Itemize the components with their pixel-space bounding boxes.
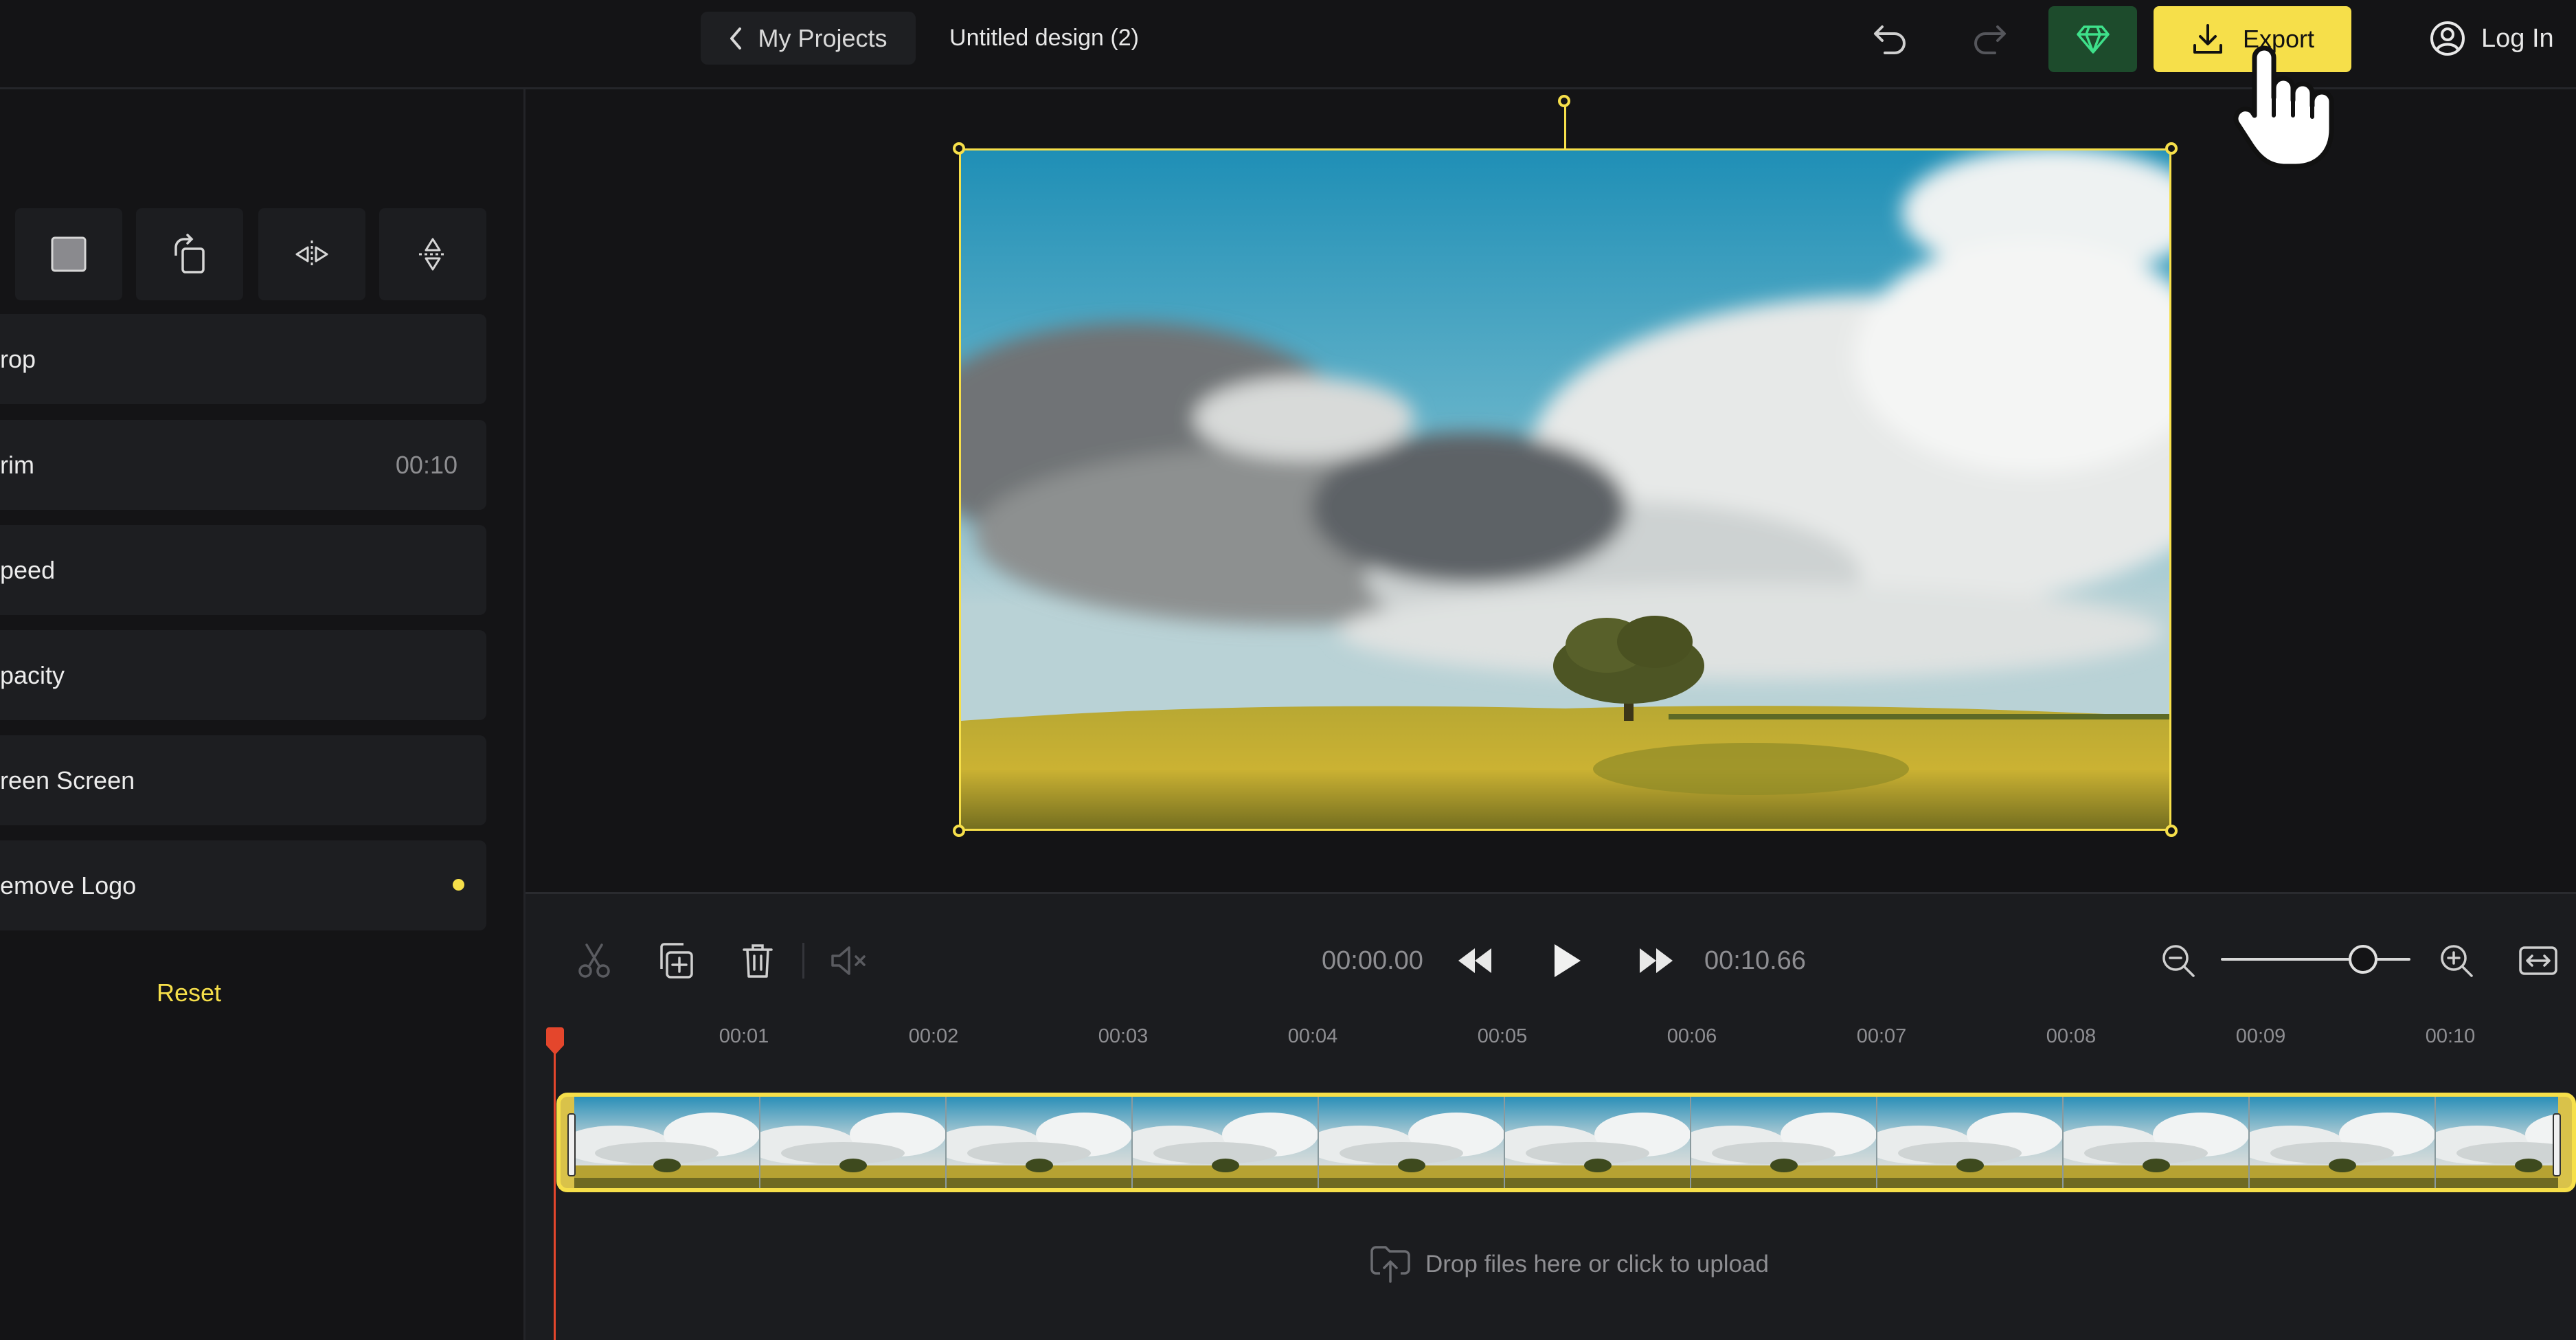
top-bar: My Projects Untitled design (2) Export L… — [0, 0, 2576, 89]
trash-icon — [743, 944, 773, 978]
zoom-slider-knob[interactable] — [2349, 945, 2377, 974]
diamond-icon — [2076, 25, 2110, 54]
playhead-line — [554, 1045, 556, 1340]
chevron-left-icon — [730, 27, 742, 49]
redo-button[interactable] — [1956, 12, 2022, 65]
video-editor: My Projects Untitled design (2) Export L… — [0, 0, 2576, 1340]
login-button[interactable]: Log In — [2429, 12, 2576, 65]
resize-handle-top-left[interactable] — [953, 142, 965, 155]
reset-button[interactable]: Reset — [137, 972, 240, 1014]
ruler-tick: 00:02 — [908, 1025, 959, 1047]
resize-handle-top-right[interactable] — [2165, 142, 2178, 155]
green-screen-row[interactable]: reen Screen — [0, 735, 486, 825]
ruler-tick: 00:06 — [1667, 1025, 1717, 1047]
zoom-out-icon — [2162, 945, 2195, 977]
clip-thumbnails — [574, 1097, 2558, 1188]
ruler-tick: 00:05 — [1477, 1025, 1528, 1047]
green-screen-label: reen Screen — [0, 766, 135, 794]
fit-timeline-button[interactable] — [2514, 937, 2562, 985]
undo-button[interactable] — [1857, 12, 1923, 65]
flip-vertical-icon — [419, 238, 447, 271]
download-icon — [2193, 24, 2222, 54]
video-frame[interactable] — [959, 148, 2171, 831]
zoom-slider-track[interactable] — [2221, 958, 2410, 961]
square-icon — [51, 236, 87, 272]
playhead-handle[interactable] — [545, 1027, 565, 1056]
export-label: Export — [2242, 25, 2315, 53]
rotate-button[interactable] — [136, 208, 243, 300]
redo-icon — [1974, 25, 2006, 54]
resize-handle-bottom-left[interactable] — [953, 825, 965, 837]
trim-value: 00:10 — [395, 451, 457, 479]
fit-width-icon — [2519, 946, 2557, 975]
rewind-icon — [1458, 948, 1491, 973]
flip-vertical-button[interactable] — [379, 208, 486, 300]
crop-row[interactable]: rop — [0, 314, 486, 404]
upload-cloud-icon — [1370, 1246, 1410, 1283]
trim-handle-start[interactable] — [567, 1113, 576, 1176]
flip-horizontal-icon — [295, 241, 328, 268]
zoom-in-icon — [2441, 945, 2473, 977]
toolbar-divider — [802, 943, 804, 979]
clip-thumbnail-strip — [574, 1097, 2558, 1188]
premium-dot — [453, 879, 464, 891]
remove-logo-row[interactable]: emove Logo — [0, 840, 486, 930]
export-button[interactable]: Export — [2154, 6, 2351, 72]
trim-row[interactable]: rim 00:10 — [0, 420, 486, 510]
upload-text: Drop files here or click to upload — [1425, 1251, 1769, 1277]
ruler-tick: 00:03 — [1098, 1025, 1149, 1047]
premium-button[interactable] — [2048, 6, 2137, 72]
current-time: 00:00.00 — [1322, 946, 1423, 975]
delete-button[interactable] — [734, 937, 782, 985]
video-clip-track[interactable] — [556, 1093, 2576, 1192]
my-projects-link[interactable]: My Projects — [701, 12, 916, 65]
trim-handle-end[interactable] — [2553, 1113, 2561, 1176]
volume-mute-icon — [831, 946, 866, 975]
ruler-tick: 00:10 — [2425, 1025, 2476, 1047]
ruler-tick: 00:08 — [2046, 1025, 2097, 1047]
design-title[interactable]: Untitled design (2) — [934, 12, 1154, 65]
zoom-in-button[interactable] — [2432, 937, 2481, 985]
flip-horizontal-button[interactable] — [258, 208, 365, 300]
mute-button[interactable] — [826, 937, 874, 985]
zoom-out-button[interactable] — [2154, 937, 2202, 985]
resize-handle-bottom-right[interactable] — [2165, 825, 2178, 837]
speed-label: peed — [0, 556, 56, 584]
undo-icon — [1874, 25, 1906, 54]
upload-dropzone[interactable]: Drop files here or click to upload — [1370, 1244, 1796, 1285]
speed-row[interactable]: peed — [0, 525, 486, 615]
user-icon — [2430, 21, 2465, 56]
crop-label: rop — [0, 345, 36, 373]
total-duration: 00:10.66 — [1704, 946, 1806, 975]
ruler-tick: 00:07 — [1856, 1025, 1907, 1047]
login-label: Log In — [2481, 23, 2554, 53]
rotate-handle-line — [1564, 107, 1566, 149]
scissors-icon — [578, 943, 610, 978]
video-preview-image — [961, 150, 2169, 829]
ruler-tick: 00:01 — [719, 1025, 769, 1047]
my-projects-label: My Projects — [758, 23, 888, 52]
frame-tool-button[interactable] — [15, 208, 122, 300]
properties-panel: rop rim 00:10 peed pacity reen Screen em… — [0, 89, 526, 1340]
play-icon — [1555, 944, 1581, 977]
fast-forward-icon — [1640, 948, 1673, 973]
rotate-icon — [174, 234, 205, 273]
split-button[interactable] — [570, 937, 618, 985]
play-button[interactable] — [1543, 937, 1591, 985]
trim-label: rim — [0, 451, 34, 479]
opacity-row[interactable]: pacity — [0, 630, 486, 720]
fast-forward-button[interactable] — [1632, 937, 1680, 985]
ruler-tick: 00:09 — [2235, 1025, 2286, 1047]
duplicate-icon — [660, 943, 693, 979]
rewind-button[interactable] — [1451, 937, 1499, 985]
opacity-label: pacity — [0, 661, 65, 689]
ruler-tick: 00:04 — [1287, 1025, 1338, 1047]
rotate-handle[interactable] — [1558, 95, 1570, 107]
remove-logo-label: emove Logo — [0, 871, 137, 900]
duplicate-button[interactable] — [651, 937, 699, 985]
